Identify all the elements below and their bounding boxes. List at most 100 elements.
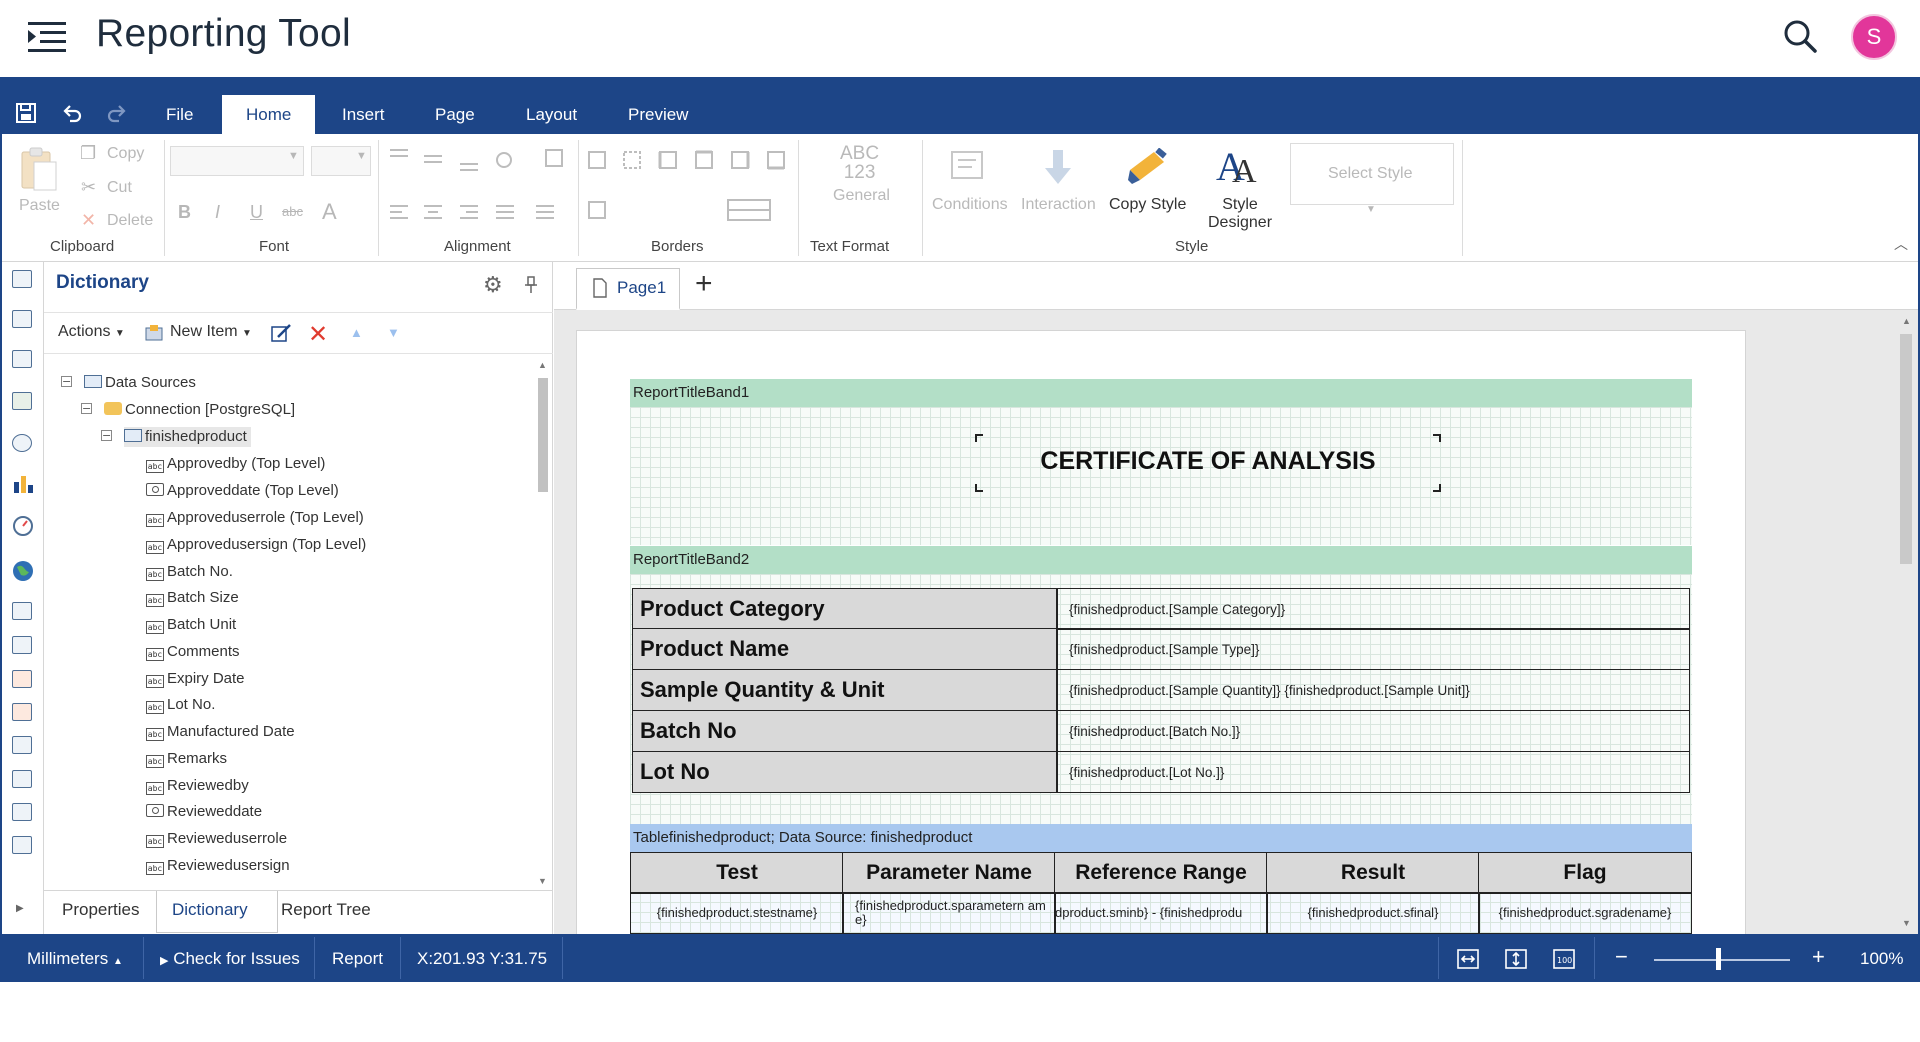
tree-field[interactable]: abc Reviewedusersign <box>146 856 290 876</box>
text-tool-icon[interactable] <box>12 602 32 620</box>
collapse-toggle[interactable]: − <box>61 376 72 387</box>
band-tool-icon[interactable] <box>12 270 32 288</box>
selection-handle[interactable] <box>1433 484 1441 492</box>
style-designer-icon[interactable]: A A <box>1214 144 1260 188</box>
tree-field[interactable]: Revieweddate <box>146 802 262 822</box>
copy-button[interactable]: Copy <box>107 145 144 163</box>
tree-field[interactable]: abc Remarks <box>146 749 227 769</box>
add-page-icon[interactable]: + <box>695 267 713 301</box>
form-tool-icon[interactable] <box>12 836 32 854</box>
table-header-cell[interactable]: Reference Range <box>1054 852 1268 894</box>
table-cell[interactable]: {finishedproduct.stestname} <box>630 892 844 934</box>
border-icons[interactable] <box>588 150 788 224</box>
scroll-down-icon[interactable]: ▼ <box>1902 918 1911 928</box>
panel-tool-icon[interactable] <box>12 736 32 754</box>
info-value-cell[interactable]: {finishedproduct.[Lot No.]} <box>1056 751 1690 793</box>
delete-button[interactable]: Delete <box>107 212 153 230</box>
band-header[interactable]: Tablefinishedproduct; Data Source: finis… <box>630 824 1692 852</box>
pin-icon[interactable] <box>524 276 538 294</box>
tree-node-data-sources[interactable]: Data Sources <box>84 373 196 393</box>
conditions-button[interactable]: Conditions <box>932 196 1008 214</box>
picture-tool-icon[interactable] <box>12 703 32 721</box>
actual-size-icon[interactable]: 100 <box>1552 948 1576 970</box>
font-name-select[interactable] <box>170 146 304 176</box>
zoom-slider[interactable] <box>1654 959 1790 961</box>
toolbox-expand-icon[interactable]: ▶ <box>16 903 24 914</box>
table-header-cell[interactable]: Result <box>1266 852 1480 894</box>
tree-field[interactable]: abc Approvedby (Top Level) <box>146 454 325 474</box>
conditions-icon[interactable] <box>950 150 990 188</box>
table-cell[interactable]: {finishedproduct.sparametern ame} <box>842 892 1056 934</box>
fit-width-icon[interactable] <box>1456 948 1480 970</box>
band-header[interactable]: ReportTitleBand2 <box>630 546 1692 574</box>
image-tool-icon[interactable] <box>12 670 32 688</box>
alignment-icons[interactable] <box>388 146 566 224</box>
components-tool-icon[interactable] <box>12 350 32 368</box>
tree-field[interactable]: abc Batch Unit <box>146 615 236 635</box>
undo-icon[interactable] <box>58 99 86 127</box>
font-color-icon[interactable]: A <box>322 199 337 225</box>
scroll-up-icon[interactable]: ▲ <box>538 360 547 370</box>
tab-home[interactable]: Home <box>222 95 316 134</box>
new-item-menu[interactable]: New Item ▼ <box>170 323 252 341</box>
tree-field[interactable]: abc Revieweduserrole <box>146 829 287 849</box>
info-label-cell[interactable]: Product Name <box>632 628 1058 670</box>
edit-icon[interactable] <box>270 323 292 343</box>
zoom-out-button[interactable]: − <box>1615 944 1628 970</box>
fit-page-icon[interactable] <box>1504 948 1528 970</box>
info-value-cell[interactable]: {finishedproduct.[Batch No.]} <box>1056 710 1690 752</box>
selection-handle[interactable] <box>1433 434 1441 442</box>
units-selector[interactable]: Millimeters ▲ <box>27 949 123 969</box>
info-label-cell[interactable]: Product Category <box>632 588 1058 630</box>
scroll-down-icon[interactable]: ▼ <box>538 876 547 886</box>
selection-handle[interactable] <box>975 434 983 442</box>
copy-style-button[interactable]: Copy Style <box>1109 196 1186 214</box>
paste-button[interactable]: Paste <box>19 197 60 215</box>
selection-handle[interactable] <box>975 484 983 492</box>
zoom-in-button[interactable]: + <box>1812 944 1825 970</box>
search-icon[interactable] <box>1780 16 1820 56</box>
style-designer-button[interactable]: Style <box>1222 196 1258 213</box>
chart-tool-icon[interactable] <box>12 474 34 494</box>
zoom-slider-thumb[interactable] <box>1716 948 1721 970</box>
check-issues-button[interactable]: ▶ Check for Issues <box>160 949 300 969</box>
info-label-cell[interactable]: Lot No <box>632 751 1058 793</box>
strikethrough-icon[interactable]: abc <box>282 204 303 219</box>
barcode-tool-icon[interactable] <box>12 392 32 410</box>
tab-report-tree[interactable]: Report Tree <box>281 900 371 920</box>
gauge-tool-icon[interactable] <box>12 515 34 537</box>
delete-icon[interactable]: ✕ <box>308 320 328 349</box>
tab-dictionary[interactable]: Dictionary <box>172 900 248 920</box>
cross-band-tool-icon[interactable] <box>12 310 32 328</box>
collapse-toggle[interactable]: − <box>101 430 112 441</box>
tab-page[interactable]: Page <box>411 95 499 134</box>
certificate-heading[interactable]: CERTIFICATE OF ANALYSIS <box>975 447 1441 476</box>
save-icon[interactable] <box>12 99 40 127</box>
bold-icon[interactable]: B <box>178 202 191 223</box>
tab-preview[interactable]: Preview <box>604 95 712 134</box>
table-tool-icon[interactable] <box>12 803 32 821</box>
shapes-tool-icon[interactable] <box>12 434 32 452</box>
paste-icon[interactable] <box>18 146 58 192</box>
tree-field[interactable]: abc Approvedusersign (Top Level) <box>146 535 366 555</box>
tree-field[interactable]: abc Lot No. <box>146 695 215 715</box>
cut-button[interactable]: Cut <box>107 179 132 197</box>
table-cell[interactable]: {finishedproduct.sgradename} <box>1478 892 1692 934</box>
redo-icon[interactable] <box>103 99 131 127</box>
move-up-icon[interactable]: ▲ <box>350 325 363 340</box>
table-cell[interactable]: dproduct.sminb} - {finishedprodu <box>1054 892 1268 934</box>
table-header-cell[interactable]: Test <box>630 852 844 894</box>
tree-field[interactable]: abc Manufactured Date <box>146 722 295 742</box>
table-cell[interactable]: {finishedproduct.sfinal} <box>1266 892 1480 934</box>
tree-field[interactable]: abc Expiry Date <box>146 669 245 689</box>
table-header-cell[interactable]: Flag <box>1478 852 1692 894</box>
interaction-button[interactable]: Interaction <box>1021 196 1096 214</box>
rich-text-tool-icon[interactable] <box>12 636 32 654</box>
tab-insert[interactable]: Insert <box>318 95 409 134</box>
move-down-icon[interactable]: ▼ <box>387 325 400 340</box>
tree-field[interactable]: abc Batch No. <box>146 562 233 582</box>
tree-field[interactable]: abc Approveduserrole (Top Level) <box>146 508 364 528</box>
info-label-cell[interactable]: Sample Quantity & Unit <box>632 669 1058 711</box>
tab-properties[interactable]: Properties <box>62 900 139 920</box>
collapse-toggle[interactable]: − <box>81 403 92 414</box>
